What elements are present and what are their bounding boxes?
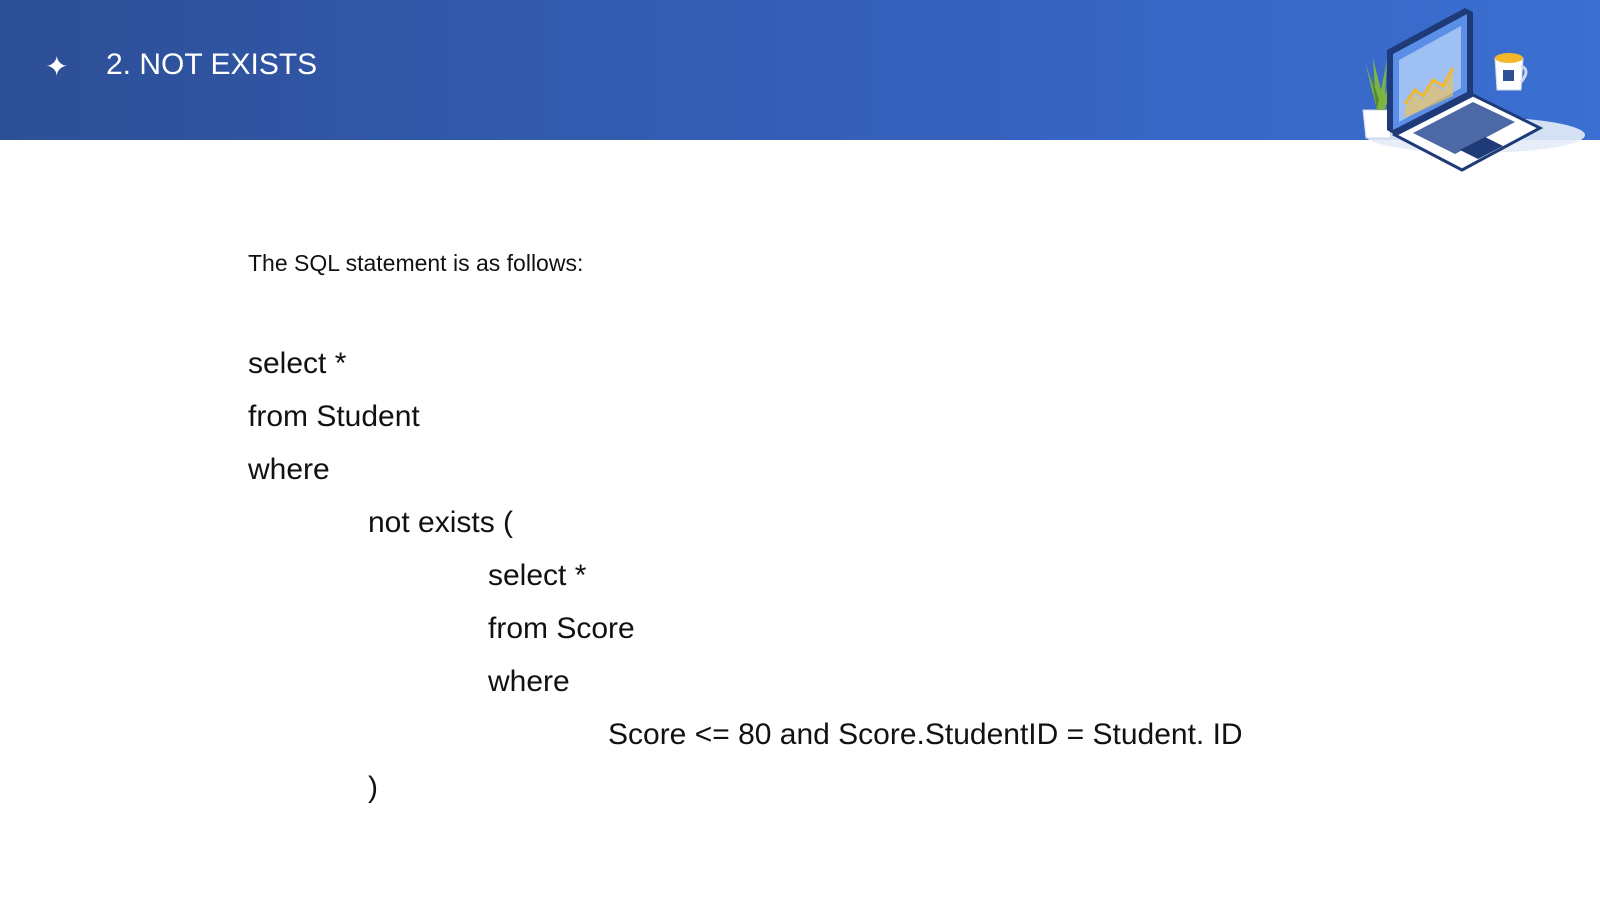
- code-line: from Score: [488, 612, 635, 645]
- code-line: from Student: [248, 400, 420, 433]
- code-line: where: [248, 453, 330, 486]
- sparkle-star-icon: ✦: [45, 50, 69, 83]
- code-line: where: [488, 665, 570, 698]
- code-line: select *: [248, 347, 347, 380]
- code-line: Score <= 80 and Score.StudentID = Studen…: [608, 718, 1243, 751]
- laptop-illustration: [1362, 8, 1585, 172]
- code-line: ): [368, 771, 378, 804]
- code-line: select *: [488, 559, 587, 592]
- intro-text: The SQL statement is as follows:: [248, 250, 584, 276]
- slide-title: 2. NOT EXISTS: [106, 48, 318, 81]
- code-line: not exists (: [368, 506, 514, 539]
- mug-icon: [1494, 53, 1528, 91]
